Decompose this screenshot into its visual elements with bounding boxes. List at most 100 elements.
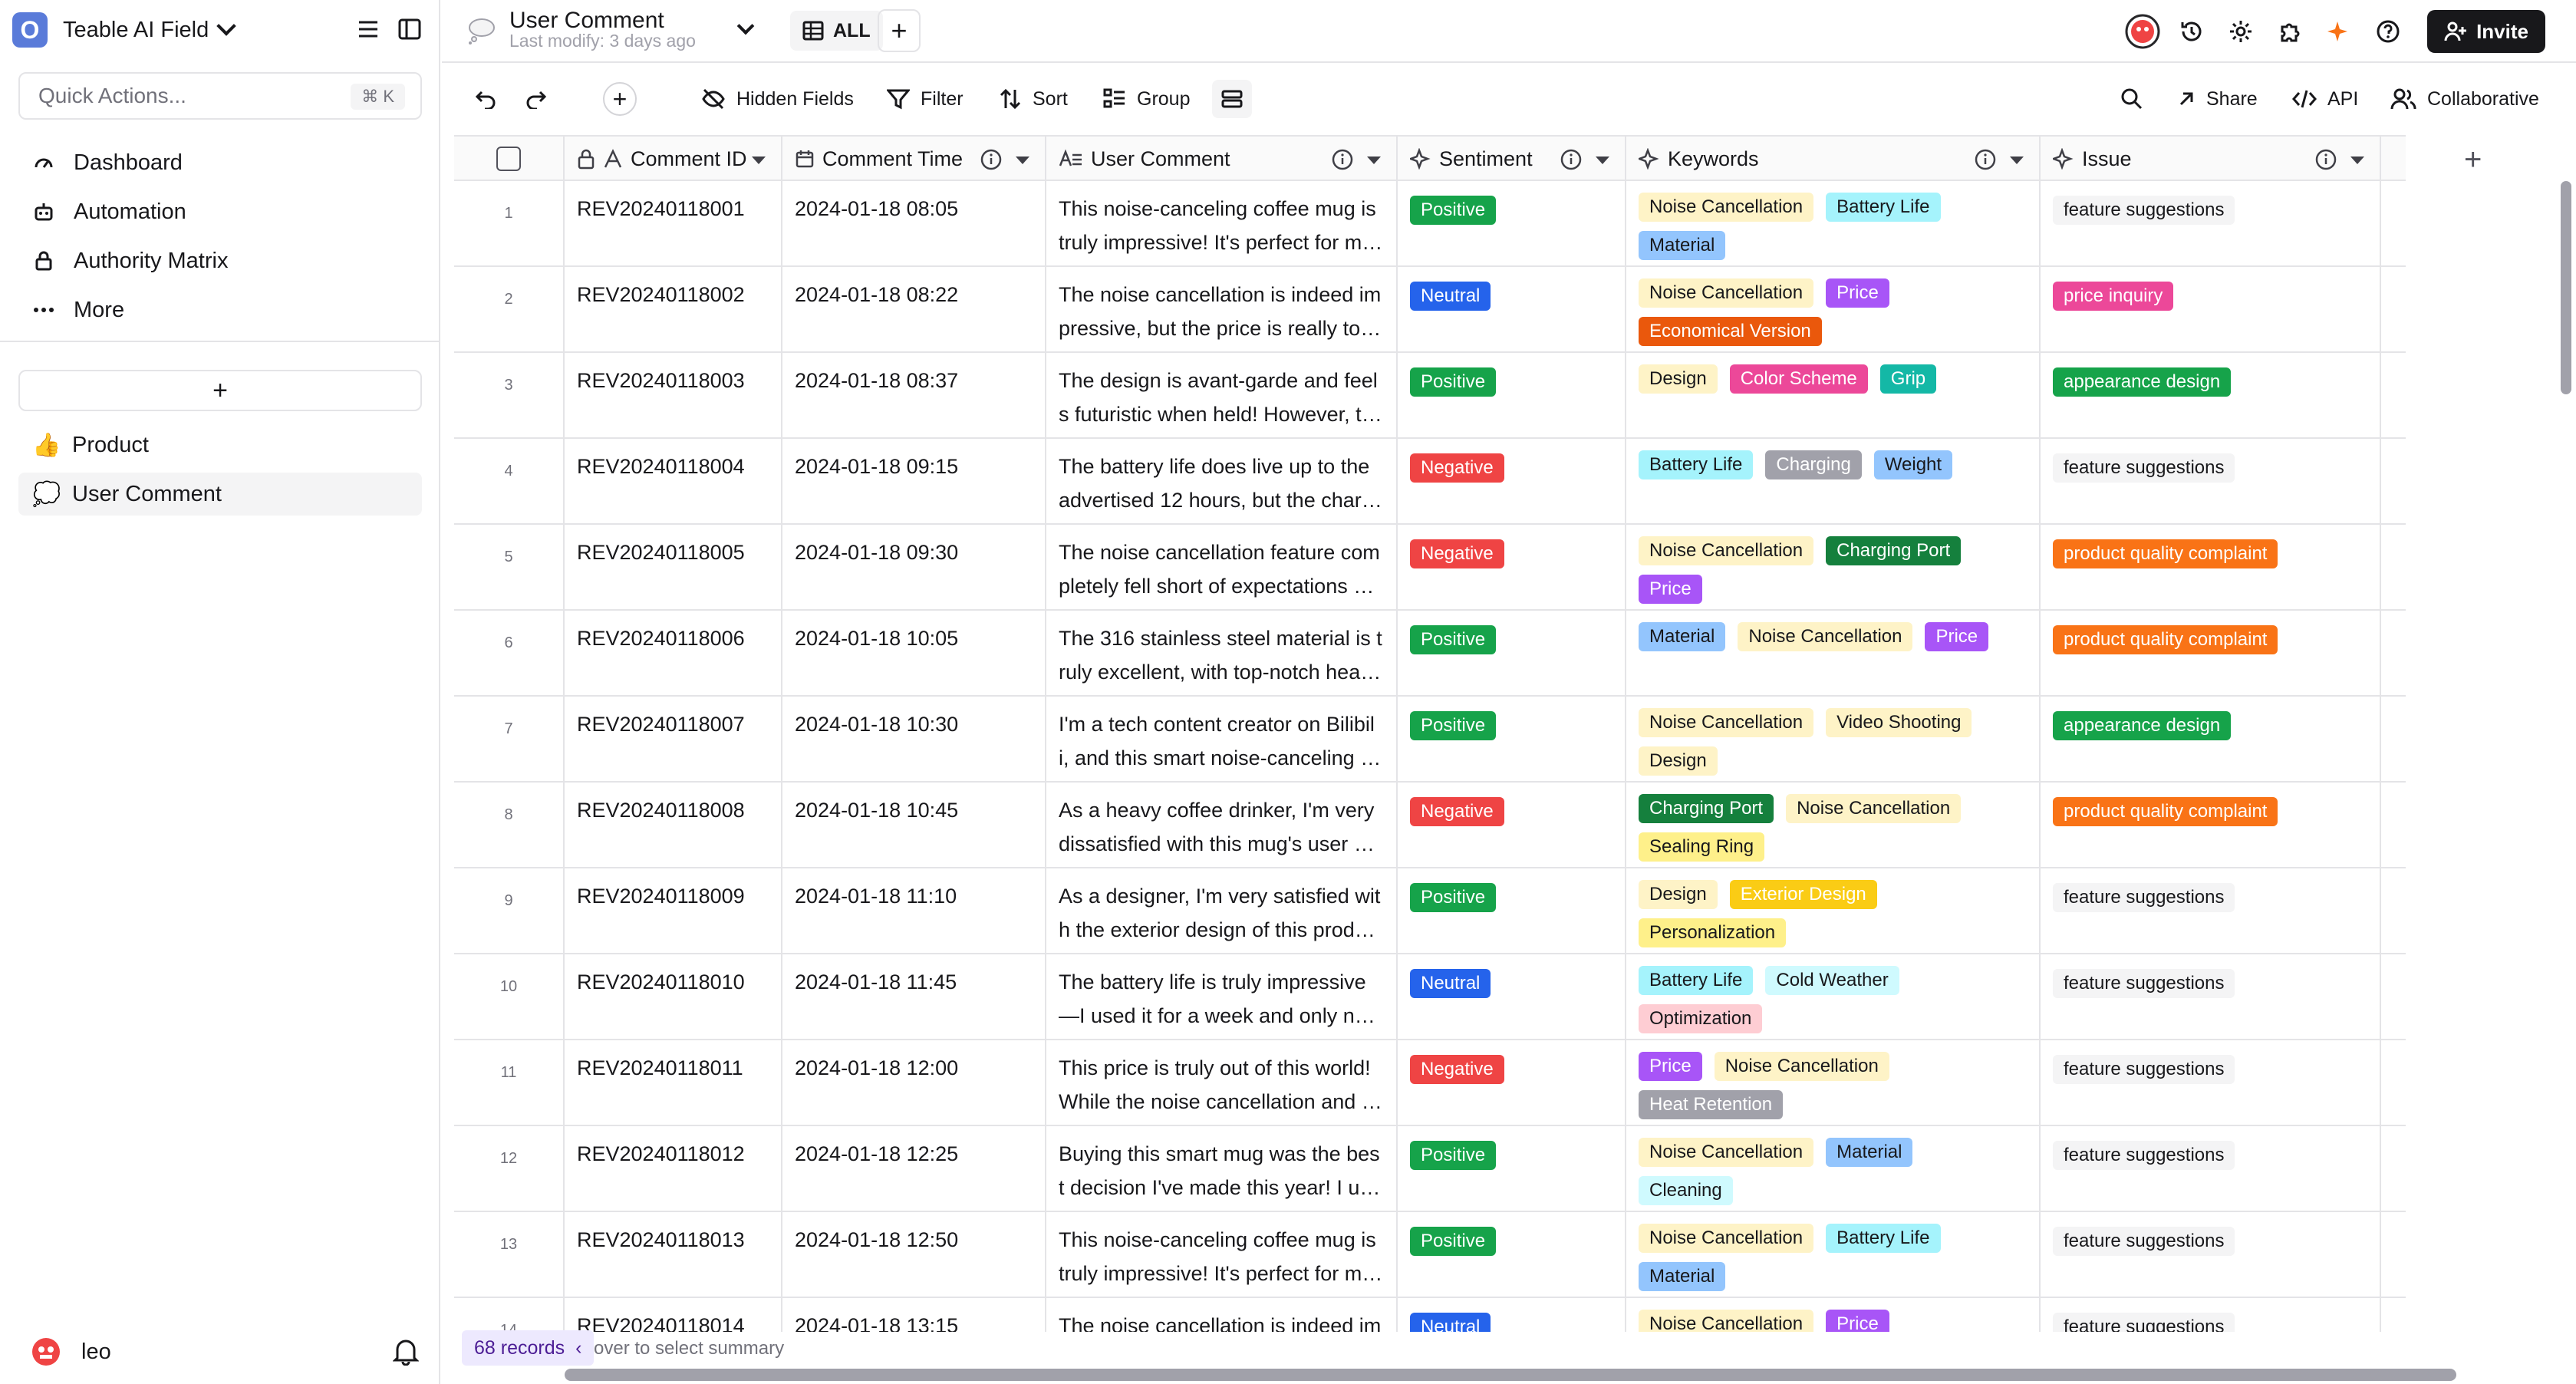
- cell-comment-time[interactable]: 2024-01-18 09:15: [782, 439, 1046, 523]
- caret-down-icon[interactable]: [2010, 157, 2024, 164]
- cell-comment-id[interactable]: REV20240118013: [565, 1212, 782, 1297]
- cell-keywords[interactable]: Noise Cancellation Battery Life Material: [1626, 1212, 2041, 1297]
- cell-sentiment[interactable]: Positive: [1398, 353, 1626, 437]
- cell-comment-time[interactable]: 2024-01-18 12:00: [782, 1040, 1046, 1125]
- chevron-down-icon[interactable]: [736, 17, 755, 35]
- cell-comment-id[interactable]: REV20240118006: [565, 611, 782, 695]
- sparkle-icon[interactable]: [2318, 11, 2360, 52]
- cell-comment-id[interactable]: REV20240118008: [565, 783, 782, 867]
- cell-comment-time[interactable]: 2024-01-18 10:05: [782, 611, 1046, 695]
- info-icon[interactable]: [1332, 149, 1353, 176]
- cell-user-comment[interactable]: Buying this smart mug was the best decis…: [1046, 1126, 1398, 1211]
- cell-keywords[interactable]: Noise Cancellation Charging Port Price: [1626, 525, 2041, 609]
- menu-icon[interactable]: [356, 17, 380, 41]
- horizontal-scrollbar[interactable]: [565, 1369, 2456, 1381]
- column-header-sentiment[interactable]: Sentiment: [1398, 137, 1626, 181]
- cell-keywords[interactable]: Design Color Scheme Grip: [1626, 353, 2041, 437]
- table-row[interactable]: 10 REV20240118010 2024-01-18 11:45 The batt…: [454, 954, 2406, 1040]
- table-row[interactable]: 2 REV20240118002 2024-01-18 08:22 The noise…: [454, 267, 2406, 353]
- table-row[interactable]: 1 REV20240118001 2024-01-18 08:05 This nois…: [454, 181, 2406, 267]
- bell-icon[interactable]: [392, 1338, 420, 1369]
- api-button[interactable]: API: [2292, 80, 2358, 118]
- info-icon[interactable]: [2315, 149, 2337, 176]
- row-number[interactable]: 3: [454, 353, 565, 437]
- cell-comment-time[interactable]: 2024-01-18 10:30: [782, 697, 1046, 781]
- share-button[interactable]: Share: [2177, 80, 2258, 118]
- cell-user-comment[interactable]: The noise cancellation feature completel…: [1046, 525, 1398, 609]
- sidebar-item-authority-matrix[interactable]: Authority Matrix: [18, 236, 422, 285]
- cell-sentiment[interactable]: Neutral: [1398, 954, 1626, 1039]
- cell-issue[interactable]: feature suggestions: [2041, 868, 2381, 953]
- column-header-comment-time[interactable]: Comment Time: [782, 137, 1046, 181]
- plugin-avatar-icon[interactable]: [2122, 11, 2163, 52]
- column-header-comment-id[interactable]: Comment ID: [565, 137, 782, 181]
- cell-issue[interactable]: appearance design: [2041, 697, 2381, 781]
- row-number[interactable]: 12: [454, 1126, 565, 1211]
- cell-sentiment[interactable]: Positive: [1398, 181, 1626, 265]
- column-header-issue[interactable]: Issue: [2041, 137, 2381, 181]
- cell-issue[interactable]: feature suggestions: [2041, 439, 2381, 523]
- cell-keywords[interactable]: Noise Cancellation Video Shooting Design: [1626, 697, 2041, 781]
- add-view-button[interactable]: +: [878, 9, 921, 52]
- cell-comment-id[interactable]: REV20240118002: [565, 267, 782, 351]
- cell-issue[interactable]: feature suggestions: [2041, 181, 2381, 265]
- cell-user-comment[interactable]: As a heavy coffee drinker, I'm very diss…: [1046, 783, 1398, 867]
- cell-comment-id[interactable]: REV20240118009: [565, 868, 782, 953]
- sidebar-table-product[interactable]: 👍 Product: [18, 423, 422, 466]
- column-header-keywords[interactable]: Keywords: [1626, 137, 2041, 181]
- caret-down-icon[interactable]: [1596, 157, 1609, 164]
- cell-comment-time[interactable]: 2024-01-18 08:05: [782, 181, 1046, 265]
- sidebar-table-user-comment[interactable]: 💭 User Comment: [18, 473, 422, 516]
- table-row[interactable]: 4 REV20240118004 2024-01-18 09:15 The batte…: [454, 439, 2406, 525]
- cell-issue[interactable]: feature suggestions: [2041, 1212, 2381, 1297]
- row-number[interactable]: 11: [454, 1040, 565, 1125]
- history-icon[interactable]: [2171, 11, 2212, 52]
- search-icon[interactable]: [2120, 80, 2154, 118]
- add-column-button[interactable]: +: [2464, 143, 2482, 177]
- cell-keywords[interactable]: Design Exterior Design Personalization: [1626, 868, 2041, 953]
- cell-comment-id[interactable]: REV20240118005: [565, 525, 782, 609]
- cell-issue[interactable]: feature suggestions: [2041, 954, 2381, 1039]
- sidebar-item-dashboard[interactable]: Dashboard: [18, 138, 422, 187]
- invite-button[interactable]: Invite: [2427, 10, 2545, 53]
- table-row[interactable]: 6 REV20240118006 2024-01-18 10:05 The 316 s…: [454, 611, 2406, 697]
- table-row[interactable]: 3 REV20240118003 2024-01-18 08:37 The desig…: [454, 353, 2406, 439]
- row-number[interactable]: 2: [454, 267, 565, 351]
- cell-sentiment[interactable]: Negative: [1398, 783, 1626, 867]
- cell-sentiment[interactable]: Neutral: [1398, 267, 1626, 351]
- row-number[interactable]: 6: [454, 611, 565, 695]
- cell-comment-time[interactable]: 2024-01-18 11:10: [782, 868, 1046, 953]
- cell-sentiment[interactable]: Positive: [1398, 1126, 1626, 1211]
- table-row[interactable]: 9 REV20240118009 2024-01-18 11:10 As a desi…: [454, 868, 2406, 954]
- cell-issue[interactable]: price inquiry: [2041, 267, 2381, 351]
- cell-sentiment[interactable]: Positive: [1398, 697, 1626, 781]
- caret-down-icon[interactable]: [1016, 157, 1029, 164]
- cell-user-comment[interactable]: This noise-canceling coffee mug is truly…: [1046, 181, 1398, 265]
- cell-comment-time[interactable]: 2024-01-18 11:45: [782, 954, 1046, 1039]
- table-row[interactable]: 7 REV20240118007 2024-01-18 10:30 I'm a tec…: [454, 697, 2406, 783]
- row-number[interactable]: 13: [454, 1212, 565, 1297]
- row-number[interactable]: 4: [454, 439, 565, 523]
- cell-issue[interactable]: product quality complaint: [2041, 783, 2381, 867]
- cell-user-comment[interactable]: The noise cancellation is indeed impress…: [1046, 267, 1398, 351]
- table-title[interactable]: User Comment: [509, 8, 664, 34]
- cell-keywords[interactable]: Noise Cancellation Material Cleaning: [1626, 1126, 2041, 1211]
- cell-sentiment[interactable]: Negative: [1398, 525, 1626, 609]
- cell-user-comment[interactable]: The 316 stainless steel material is trul…: [1046, 611, 1398, 695]
- caret-down-icon[interactable]: [2350, 157, 2364, 164]
- select-all-checkbox[interactable]: [496, 147, 521, 171]
- cell-comment-id[interactable]: REV20240118012: [565, 1126, 782, 1211]
- user-menu[interactable]: leo: [28, 1330, 420, 1373]
- cell-user-comment[interactable]: I'm a tech content creator on Bilibili, …: [1046, 697, 1398, 781]
- caret-down-icon[interactable]: [1367, 157, 1381, 164]
- cell-keywords[interactable]: Noise Cancellation Battery Life Material: [1626, 181, 2041, 265]
- add-record-button[interactable]: +: [603, 82, 637, 116]
- cell-comment-time[interactable]: 2024-01-18 12:25: [782, 1126, 1046, 1211]
- cell-comment-time[interactable]: 2024-01-18 08:22: [782, 267, 1046, 351]
- sidebar-item-more[interactable]: More: [18, 285, 422, 334]
- cell-keywords[interactable]: Charging Port Noise Cancellation Sealing R…: [1626, 783, 2041, 867]
- cell-comment-id[interactable]: REV20240118007: [565, 697, 782, 781]
- cell-comment-time[interactable]: 2024-01-18 09:30: [782, 525, 1046, 609]
- cell-sentiment[interactable]: Positive: [1398, 611, 1626, 695]
- row-number[interactable]: 8: [454, 783, 565, 867]
